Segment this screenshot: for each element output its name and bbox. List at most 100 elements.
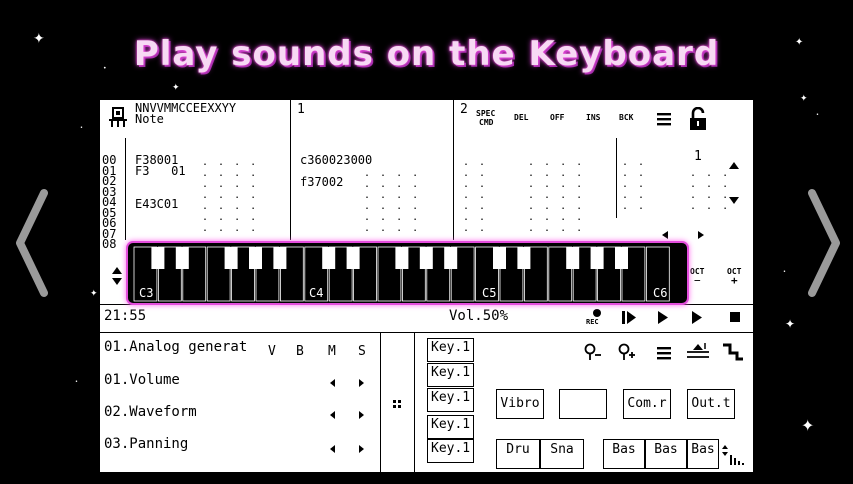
bass-button[interactable]: Bas bbox=[687, 439, 719, 469]
cmd-label[interactable]: CMD bbox=[479, 119, 493, 127]
zoom-in-icon[interactable] bbox=[618, 343, 636, 361]
black-key[interactable] bbox=[249, 247, 262, 269]
ins-button[interactable]: INS bbox=[586, 114, 600, 122]
bass-button[interactable]: Bas bbox=[645, 439, 687, 469]
next-arrow-icon[interactable] bbox=[804, 188, 844, 298]
increase-icon[interactable] bbox=[359, 411, 364, 419]
key-slot[interactable]: Key.1 bbox=[427, 338, 474, 362]
off-button[interactable]: OFF bbox=[550, 114, 564, 122]
scroll-right-icon[interactable] bbox=[698, 231, 704, 239]
record-icon[interactable] bbox=[590, 308, 604, 318]
piano-keys[interactable] bbox=[128, 243, 687, 303]
column-m[interactable]: M bbox=[328, 345, 336, 358]
track0-row4[interactable]: E43C01 bbox=[135, 198, 178, 210]
instrument-icon[interactable] bbox=[107, 106, 129, 128]
octave-label-c4: C4 bbox=[309, 286, 324, 300]
right-track-number: 1 bbox=[694, 149, 702, 164]
del-button[interactable]: DEL bbox=[514, 114, 528, 122]
octave-label-c5: C5 bbox=[482, 286, 497, 300]
time-display: 21:55 bbox=[104, 308, 147, 324]
track2-number: 2 bbox=[460, 102, 468, 117]
key-slot[interactable]: Key.1 bbox=[427, 388, 474, 412]
star-decoration: ✦ bbox=[800, 94, 808, 104]
param-waveform[interactable]: 02.Waveform bbox=[104, 405, 197, 419]
column-v[interactable]: V bbox=[268, 345, 276, 358]
star-decoration: ✦ bbox=[785, 317, 796, 331]
black-key[interactable] bbox=[346, 247, 360, 269]
star-decoration: • bbox=[816, 112, 819, 118]
increase-icon[interactable] bbox=[359, 445, 364, 453]
play-from-start-icon[interactable] bbox=[622, 311, 636, 324]
column-b[interactable]: B bbox=[296, 345, 304, 358]
page-headline: Play sounds on the Keyboard bbox=[133, 34, 720, 74]
updown-icon[interactable] bbox=[112, 267, 122, 285]
play-pattern-icon[interactable] bbox=[692, 311, 702, 324]
piano-keyboard[interactable]: C3 C4 C5 C6 bbox=[126, 241, 689, 305]
track0-row1[interactable]: F3 01 bbox=[135, 165, 186, 177]
empty-effect-slot[interactable] bbox=[559, 389, 607, 419]
scroll-left-icon[interactable] bbox=[662, 231, 668, 239]
param-panning[interactable]: 03.Panning bbox=[104, 437, 188, 451]
empty-cells: . . . . . . . . . . bbox=[622, 157, 647, 212]
grid-handle-icon[interactable] bbox=[393, 400, 401, 408]
black-key[interactable] bbox=[517, 247, 531, 269]
octave-label-c3: C3 bbox=[139, 286, 154, 300]
scroll-up-icon[interactable] bbox=[729, 162, 739, 169]
bck-button[interactable]: BCK bbox=[619, 114, 633, 122]
decrease-icon[interactable] bbox=[330, 445, 335, 453]
star-decoration: ✦ bbox=[801, 416, 815, 435]
scroll-down-icon[interactable] bbox=[729, 197, 739, 204]
star-decoration: • bbox=[783, 269, 786, 275]
play-icon[interactable] bbox=[658, 311, 668, 324]
empty-cells: . . . . . . . . . . . . . . . . . . . . … bbox=[202, 157, 259, 234]
empty-cells: . . . . . . . . . . . . bbox=[690, 168, 731, 212]
vibro-button[interactable]: Vibro bbox=[496, 389, 544, 419]
black-key[interactable] bbox=[419, 247, 433, 269]
lock-open-icon[interactable] bbox=[688, 107, 708, 131]
octave-label-c6: C6 bbox=[653, 286, 668, 300]
instrument-name[interactable]: 01.Analog generat bbox=[104, 340, 247, 354]
increase-icon[interactable] bbox=[359, 379, 364, 387]
key-slot[interactable]: Key.1 bbox=[427, 363, 474, 387]
track1-number: 1 bbox=[297, 102, 305, 117]
zoom-out-icon[interactable] bbox=[584, 343, 602, 361]
row-numbers: 00 01 02 03 04 05 06 07 08 bbox=[102, 153, 117, 251]
black-key[interactable] bbox=[566, 247, 580, 269]
black-key[interactable] bbox=[322, 247, 336, 269]
out-t-button[interactable]: Out.t bbox=[687, 389, 735, 419]
spec-label[interactable]: SPEC bbox=[476, 110, 495, 118]
star-decoration: ✦ bbox=[172, 83, 180, 93]
black-key[interactable] bbox=[493, 247, 506, 269]
track1-row2[interactable]: f37002 bbox=[300, 176, 343, 188]
black-key[interactable] bbox=[151, 247, 165, 269]
black-key[interactable] bbox=[590, 247, 604, 269]
snare-button[interactable]: Sna bbox=[540, 439, 584, 469]
add-track-icon[interactable] bbox=[687, 343, 709, 361]
level-meter-icon[interactable] bbox=[722, 445, 744, 465]
stop-icon[interactable] bbox=[730, 312, 740, 322]
previous-arrow-icon[interactable] bbox=[12, 188, 52, 298]
key-slot[interactable]: Key.1 bbox=[427, 439, 474, 463]
drum-button[interactable]: Dru bbox=[496, 439, 540, 469]
oct-minus-sign[interactable]: − bbox=[694, 274, 701, 287]
column-s[interactable]: S bbox=[358, 345, 366, 358]
decrease-icon[interactable] bbox=[330, 411, 335, 419]
com-r-button[interactable]: Com.r bbox=[623, 389, 671, 419]
black-key[interactable] bbox=[273, 247, 287, 269]
menu-icon[interactable] bbox=[656, 111, 672, 127]
step-icon[interactable] bbox=[722, 343, 744, 361]
oct-plus-sign[interactable]: + bbox=[731, 274, 738, 287]
volume-display[interactable]: Vol.50% bbox=[449, 309, 508, 323]
key-slot[interactable]: Key.1 bbox=[427, 415, 474, 439]
black-key[interactable] bbox=[444, 247, 458, 269]
list-icon[interactable] bbox=[656, 345, 672, 361]
decrease-icon[interactable] bbox=[330, 379, 335, 387]
black-key[interactable] bbox=[175, 247, 189, 269]
track1-row0[interactable]: c360023000 bbox=[300, 154, 372, 166]
black-key[interactable] bbox=[224, 247, 238, 269]
black-key[interactable] bbox=[615, 247, 628, 269]
param-volume[interactable]: 01.Volume bbox=[104, 373, 180, 387]
bass-button[interactable]: Bas bbox=[603, 439, 645, 469]
black-key[interactable] bbox=[395, 247, 409, 269]
rec-label[interactable]: REC bbox=[586, 318, 599, 326]
